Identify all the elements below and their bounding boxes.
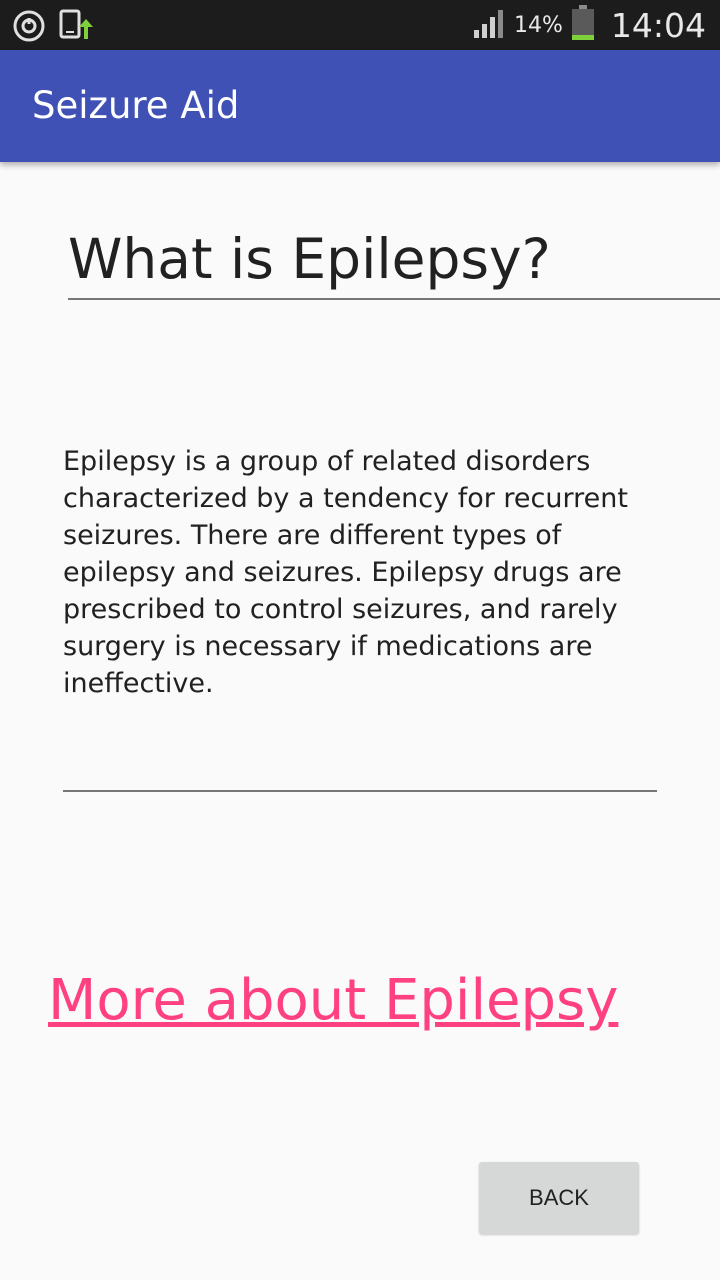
sync-icon — [12, 9, 46, 47]
description-field[interactable]: Epilepsy is a group of related disorders… — [63, 443, 657, 792]
battery-icon — [571, 5, 595, 45]
back-button[interactable]: BACK — [479, 1162, 639, 1234]
status-bar: 14% 14:04 — [0, 0, 720, 50]
clock: 14:04 — [610, 5, 706, 45]
device-upload-icon — [58, 9, 94, 47]
app-title: Seizure Aid — [32, 84, 240, 127]
more-about-epilepsy-link[interactable]: More about Epilepsy — [48, 968, 618, 1033]
signal-icon — [472, 8, 506, 42]
description-text: Epilepsy is a group of related disorders… — [63, 446, 628, 699]
battery-percent: 14% — [513, 12, 563, 38]
heading-field[interactable]: What is Epilepsy? — [68, 220, 720, 300]
page-title: What is Epilepsy? — [68, 227, 551, 291]
app-bar: Seizure Aid — [0, 50, 720, 162]
